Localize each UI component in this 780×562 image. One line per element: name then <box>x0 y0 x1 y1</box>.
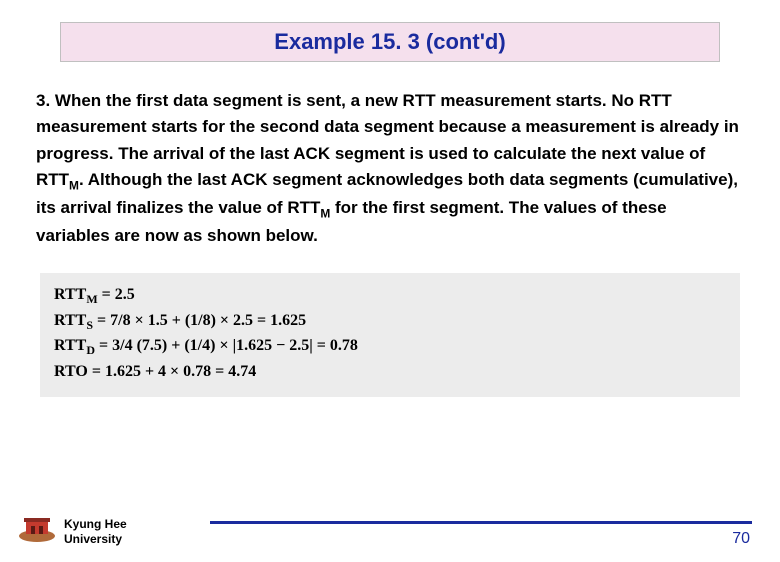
rtt-sub-2: M <box>320 206 330 220</box>
university-name: Kyung Hee University <box>64 517 127 546</box>
footer-rule <box>210 521 752 524</box>
calc3-label: RTT <box>54 337 86 354</box>
item-number: 3. <box>36 91 50 110</box>
slide-title: Example 15. 3 (cont'd) <box>274 29 505 54</box>
calc1-rest: = 2.5 <box>98 286 135 303</box>
calc-line-3: RTTD = 3/4 (7.5) + (1/4) × |1.625 − 2.5|… <box>54 334 726 360</box>
calc2-rest: = 7/8 × 1.5 + (1/8) × 2.5 = 1.625 <box>93 312 306 329</box>
calc2-label: RTT <box>54 312 86 329</box>
uni-line1: Kyung Hee <box>64 517 127 531</box>
uni-line2: University <box>64 532 127 546</box>
calc4: RTO = 1.625 + 4 × 0.78 = 4.74 <box>54 363 256 380</box>
calc1-label: RTT <box>54 286 86 303</box>
rtt-sub-1: M <box>69 178 79 192</box>
calc-line-2: RTTS = 7/8 × 1.5 + (1/8) × 2.5 = 1.625 <box>54 309 726 335</box>
calc-line-4: RTO = 1.625 + 4 × 0.78 = 4.74 <box>54 360 726 383</box>
body-paragraph: 3. When the first data segment is sent, … <box>36 88 744 249</box>
page-number: 70 <box>732 530 750 548</box>
footer: Kyung Hee University 70 <box>0 504 780 550</box>
calc-line-1: RTTM = 2.5 <box>54 283 726 309</box>
calc3-sub: D <box>86 343 95 357</box>
slide-title-bar: Example 15. 3 (cont'd) <box>60 22 720 62</box>
calculation-box: RTTM = 2.5 RTTS = 7/8 × 1.5 + (1/8) × 2.… <box>40 273 740 397</box>
calc3-rest: = 3/4 (7.5) + (1/4) × |1.625 − 2.5| = 0.… <box>95 337 358 354</box>
calc1-sub: M <box>86 292 97 306</box>
